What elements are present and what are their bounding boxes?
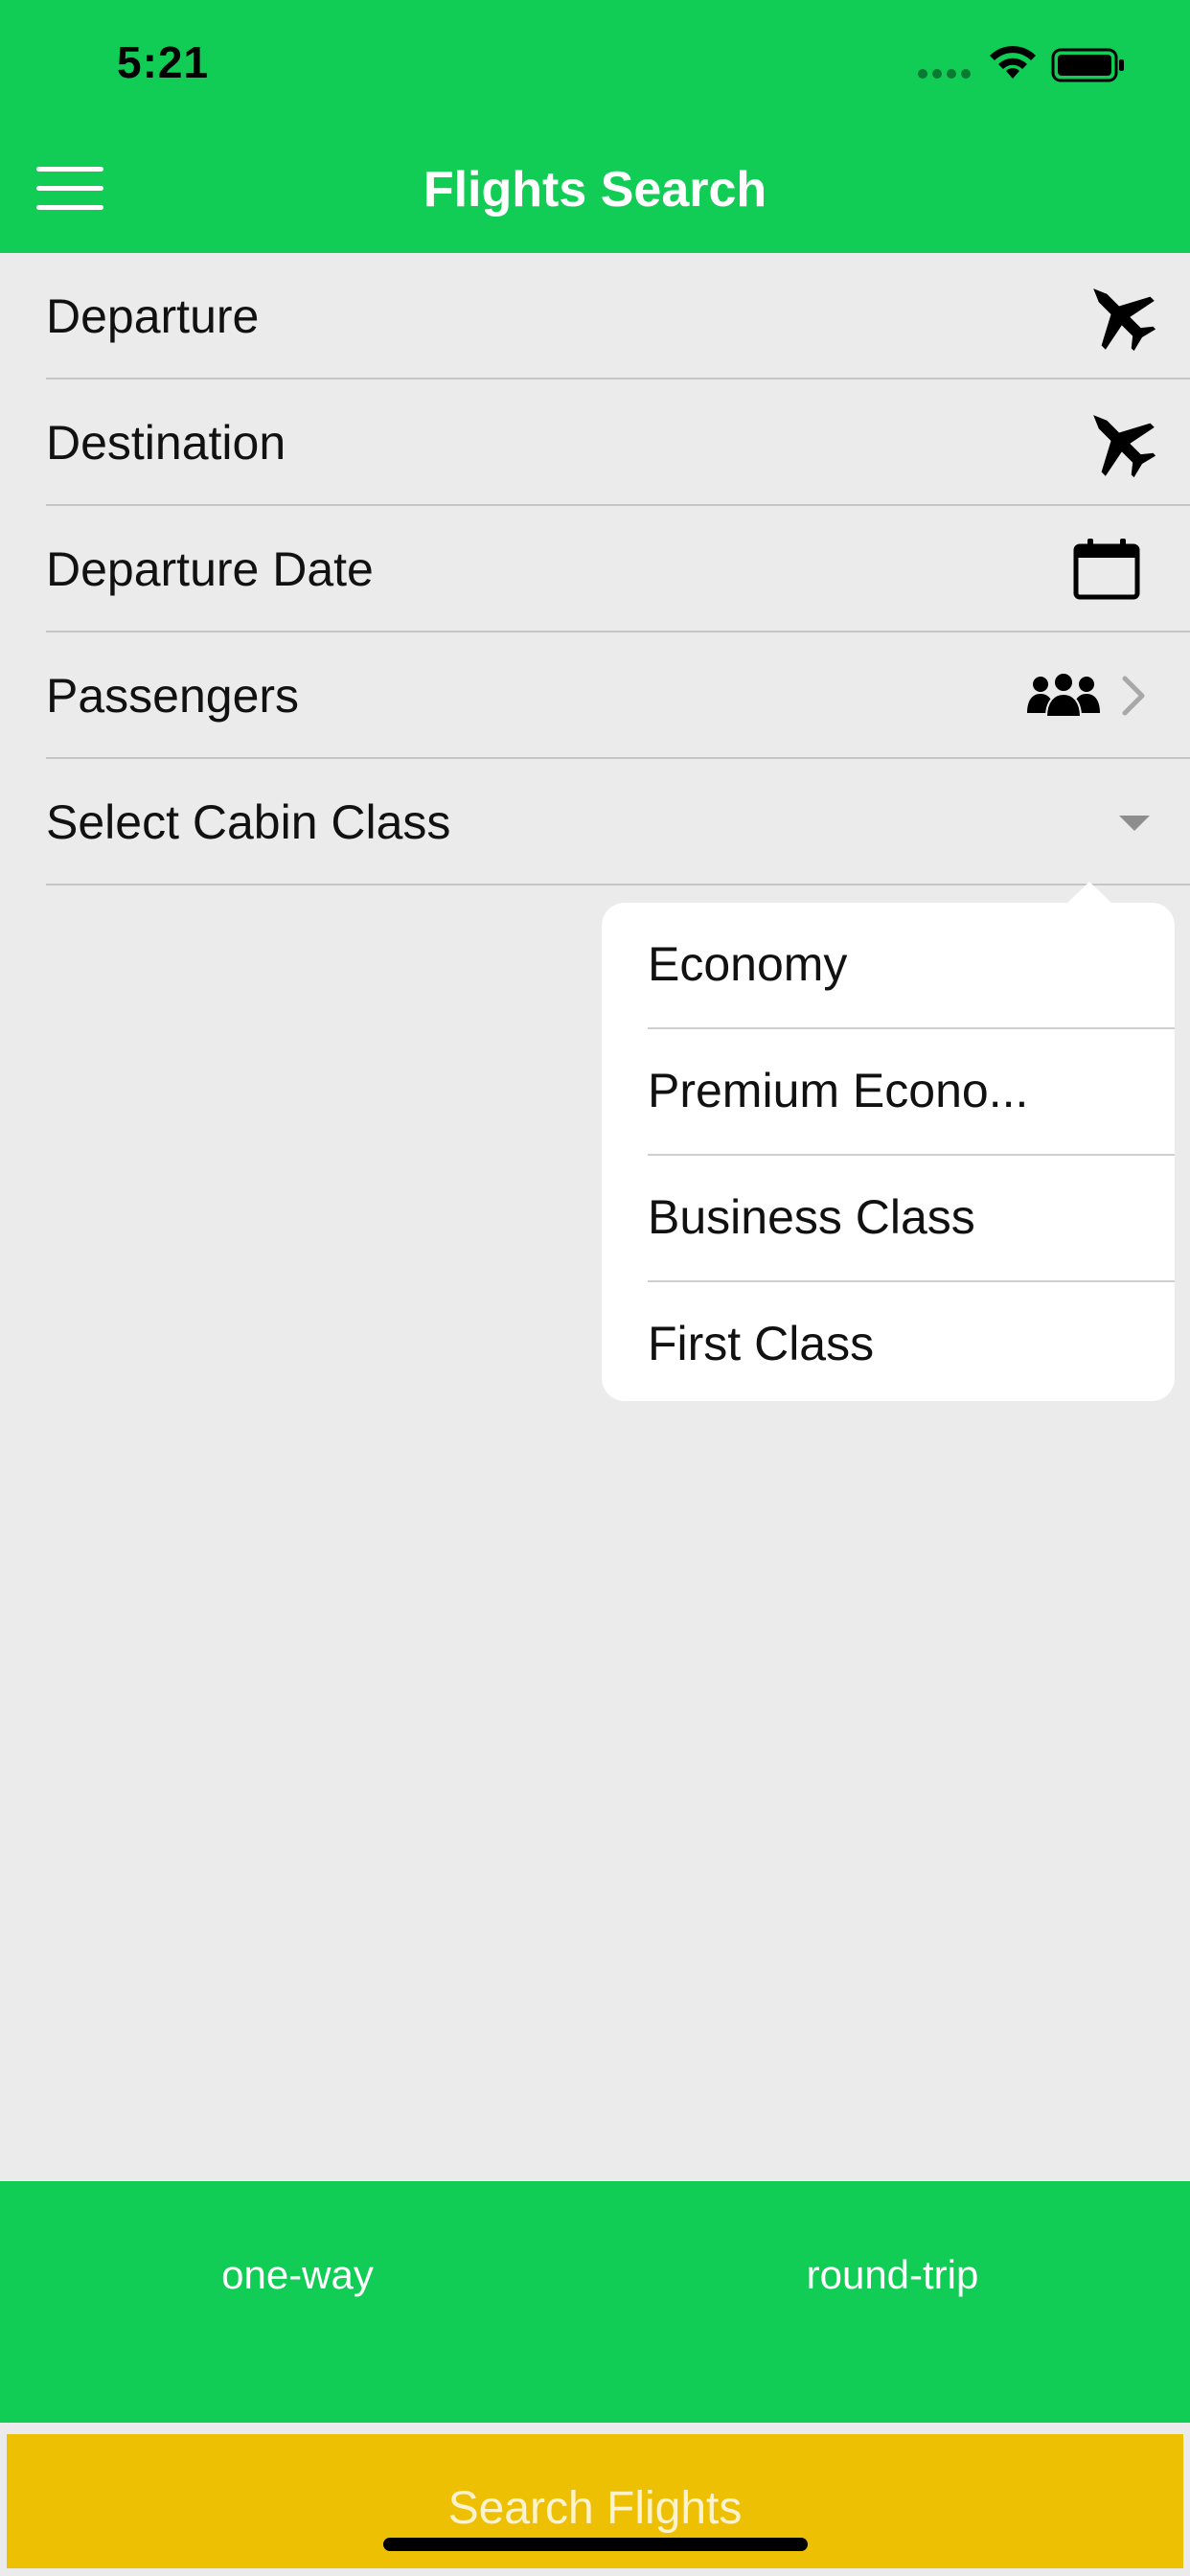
dropdown-caret-icon <box>1119 816 1150 831</box>
fighter-jet-icon <box>1093 415 1156 478</box>
departure-field[interactable]: Departure <box>0 253 1190 380</box>
app-header: 5:21 Flights Search <box>0 0 1190 253</box>
option-label: Economy <box>648 937 848 991</box>
dropdown-pointer <box>1065 882 1113 905</box>
status-bar-time: 5:21 <box>117 37 210 87</box>
destination-label: Destination <box>46 416 286 470</box>
trip-type-bar: one-way round-trip <box>0 2181 1190 2423</box>
calendar-icon <box>1073 539 1140 600</box>
cabin-class-label: Select Cabin Class <box>46 795 451 849</box>
passengers-field[interactable]: Passengers <box>0 632 1190 759</box>
departure-label: Departure <box>46 289 260 343</box>
home-indicator[interactable] <box>383 2538 808 2551</box>
users-icon <box>1027 672 1100 717</box>
option-label: First Class <box>648 1317 875 1370</box>
battery-icon <box>1051 48 1124 82</box>
cabin-class-select[interactable]: Select Cabin Class <box>0 759 1190 886</box>
option-label: Business Class <box>648 1190 975 1244</box>
departure-date-label: Departure Date <box>46 542 374 596</box>
cabin-option-economy[interactable]: Economy <box>602 903 1175 1029</box>
cabin-class-dropdown: Economy Premium Econo... Business Class … <box>602 903 1175 1401</box>
destination-field[interactable]: Destination <box>0 380 1190 506</box>
cabin-option-business[interactable]: Business Class <box>602 1156 1175 1282</box>
chevron-right-icon <box>1122 676 1145 716</box>
option-label: Premium Econo... <box>648 1064 1029 1117</box>
wifi-icon <box>990 46 1036 79</box>
tab-one-way[interactable]: one-way <box>0 2252 595 2298</box>
search-flights-label: Search Flights <box>447 2482 743 2534</box>
departure-date-field[interactable]: Departure Date <box>0 506 1190 632</box>
passengers-label: Passengers <box>46 669 300 723</box>
cabin-option-first[interactable]: First Class <box>602 1282 1175 1409</box>
cabin-option-premium-economy[interactable]: Premium Econo... <box>602 1029 1175 1156</box>
tab-round-trip[interactable]: round-trip <box>595 2252 1190 2298</box>
page-title: Flights Search <box>423 162 767 218</box>
cellular-signal-icon <box>918 69 971 79</box>
fighter-jet-icon <box>1093 288 1156 352</box>
flight-search-form: Departure Destination Departure Date Pas… <box>0 253 1190 886</box>
